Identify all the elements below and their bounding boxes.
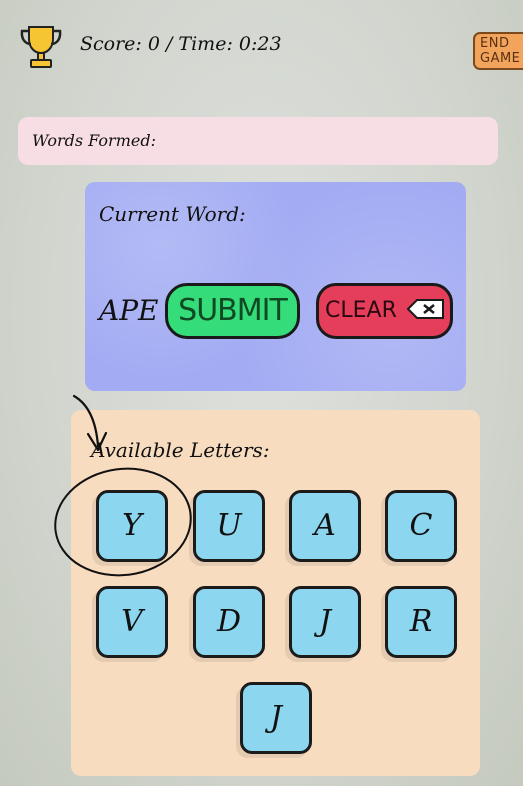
letter-tile[interactable]: C <box>385 490 457 562</box>
letter-tile[interactable]: U <box>193 490 265 562</box>
letter-tile[interactable]: A <box>289 490 361 562</box>
clear-button[interactable]: CLEAR <box>316 283 453 339</box>
backspace-icon <box>406 299 444 319</box>
letter-tile[interactable]: V <box>96 586 168 658</box>
letter-tile[interactable]: Y <box>96 490 168 562</box>
letter-tile[interactable]: J <box>240 682 312 754</box>
current-word-panel: Current Word: APE SUBMIT CLEAR <box>85 182 466 391</box>
trophy-icon <box>20 26 62 68</box>
available-letters-label: Available Letters: <box>91 438 270 462</box>
available-letters-panel: Available Letters: Y U A C V D J R J <box>71 410 480 776</box>
letter-tile[interactable]: D <box>193 586 265 658</box>
current-word-value: APE <box>99 294 159 327</box>
words-formed-label: Words Formed: <box>32 131 156 150</box>
end-game-button[interactable]: END GAME <box>473 32 523 70</box>
score-time-text: Score: 0 / Time: 0:23 <box>80 33 282 55</box>
submit-button[interactable]: SUBMIT <box>165 283 300 339</box>
end-game-label-line1: END <box>480 36 510 51</box>
current-word-label: Current Word: <box>99 202 246 226</box>
letter-tile[interactable]: R <box>385 586 457 658</box>
end-game-label-line2: GAME <box>480 51 521 66</box>
letter-tile[interactable]: J <box>289 586 361 658</box>
clear-label: CLEAR <box>325 298 397 323</box>
submit-label: SUBMIT <box>178 293 288 328</box>
words-formed-panel: Words Formed: <box>18 117 498 165</box>
